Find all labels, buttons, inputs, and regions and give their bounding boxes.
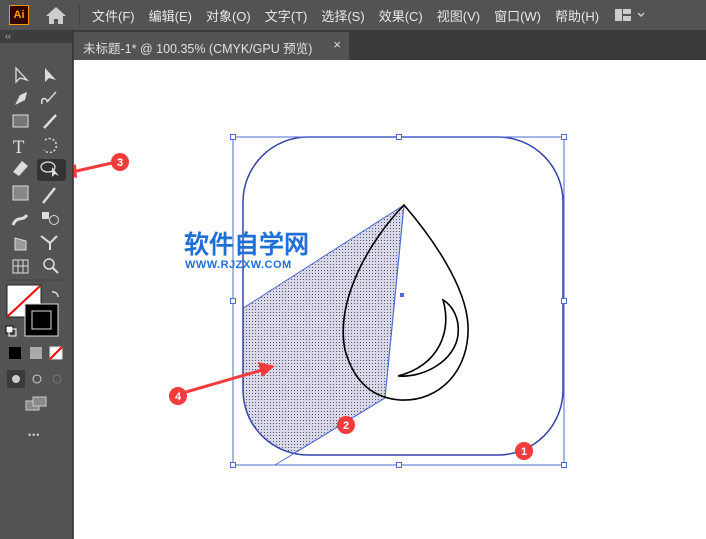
menu-file[interactable]: 文件(F) xyxy=(92,6,135,25)
watermark-url: WWW.RJZXW.COM xyxy=(185,259,292,271)
paintbrush-tool-icon[interactable] xyxy=(43,114,57,129)
default-colors-icon[interactable] xyxy=(5,325,17,337)
marker-3: 3 xyxy=(117,157,123,169)
tools-icons: T xyxy=(5,66,66,411)
more-tools-button[interactable]: ••• xyxy=(28,430,40,440)
gradient-mode-button[interactable] xyxy=(30,347,42,359)
menu-edit[interactable]: 编辑(E) xyxy=(149,6,192,25)
pen-tool-icon[interactable] xyxy=(15,92,27,105)
menu-help[interactable]: 帮助(H) xyxy=(555,6,599,25)
artboard-tool-icon[interactable] xyxy=(14,237,27,251)
marker-2: 2 xyxy=(343,420,349,432)
artboard-canvas[interactable]: 1 2 3 4 软件自学网 WWW.RJZXW.COM xyxy=(74,60,706,539)
tools-panel: ‹‹ T ••• xyxy=(0,30,73,539)
zoom-tool-icon[interactable] xyxy=(43,258,59,274)
menu-view[interactable]: 视图(V) xyxy=(437,6,480,25)
crescent-shape[interactable] xyxy=(397,298,460,377)
gradient-tool-icon[interactable] xyxy=(12,185,29,201)
eraser-tool-icon[interactable] xyxy=(13,161,28,176)
rotate-tool-icon[interactable] xyxy=(43,137,58,154)
menu-object[interactable]: 对象(O) xyxy=(206,6,251,25)
document-tab[interactable]: 未标题-1* @ 100.35% (CMYK/GPU 预览) × xyxy=(74,32,349,60)
puppet-warp-tool-icon[interactable] xyxy=(11,214,29,226)
type-tool-icon[interactable]: T xyxy=(13,138,25,158)
perspective-tool-icon[interactable] xyxy=(40,235,58,250)
shape-blend-tool-icon[interactable] xyxy=(42,212,59,225)
watermark-title: 软件自学网 xyxy=(184,230,309,259)
screen-mode-icon[interactable] xyxy=(25,396,47,411)
menu-effect[interactable]: 效果(C) xyxy=(379,6,423,25)
curvature-tool-icon[interactable] xyxy=(40,91,57,105)
app-logo: Ai xyxy=(9,5,29,25)
marker-1: 1 xyxy=(521,446,527,458)
menu-select[interactable]: 选择(S) xyxy=(321,6,364,25)
document-tab-bar: 未标题-1* @ 100.35% (CMYK/GPU 预览) × xyxy=(73,30,706,60)
mesh-tool-icon[interactable] xyxy=(12,259,29,274)
artwork: 1 2 3 4 软件自学网 WWW.RJZXW.COM xyxy=(74,134,567,468)
none-mode-button[interactable] xyxy=(49,346,63,360)
rectangle-tool-icon[interactable] xyxy=(12,114,29,128)
menu-type[interactable]: 文字(T) xyxy=(265,6,308,25)
color-mode-button[interactable] xyxy=(9,347,21,359)
workspace-switcher-icon[interactable] xyxy=(613,8,647,22)
menu-bar: Ai 文件(F) 编辑(E) 对象(O) 文字(T) 选择(S) 效果(C) 视… xyxy=(0,0,706,30)
swap-fill-stroke-icon[interactable] xyxy=(51,291,59,298)
direct-selection-tool-icon[interactable] xyxy=(45,68,56,82)
document-tab-title: 未标题-1* @ 100.35% (CMYK/GPU 预览) xyxy=(83,42,313,56)
close-tab-button[interactable]: × xyxy=(333,37,341,52)
arrow-annotation-3 xyxy=(74,161,113,178)
eyedropper-tool-icon[interactable] xyxy=(42,187,56,204)
home-icon[interactable] xyxy=(45,5,67,25)
collapse-panel-button[interactable]: ‹‹ xyxy=(0,30,72,43)
menu-window[interactable]: 窗口(W) xyxy=(494,6,541,25)
stroke-color-swatch[interactable] xyxy=(24,303,59,337)
selection-tool-icon[interactable] xyxy=(15,66,30,84)
draw-inside-button[interactable] xyxy=(52,374,62,384)
draw-behind-button[interactable] xyxy=(32,374,42,384)
marker-4: 4 xyxy=(175,391,182,403)
